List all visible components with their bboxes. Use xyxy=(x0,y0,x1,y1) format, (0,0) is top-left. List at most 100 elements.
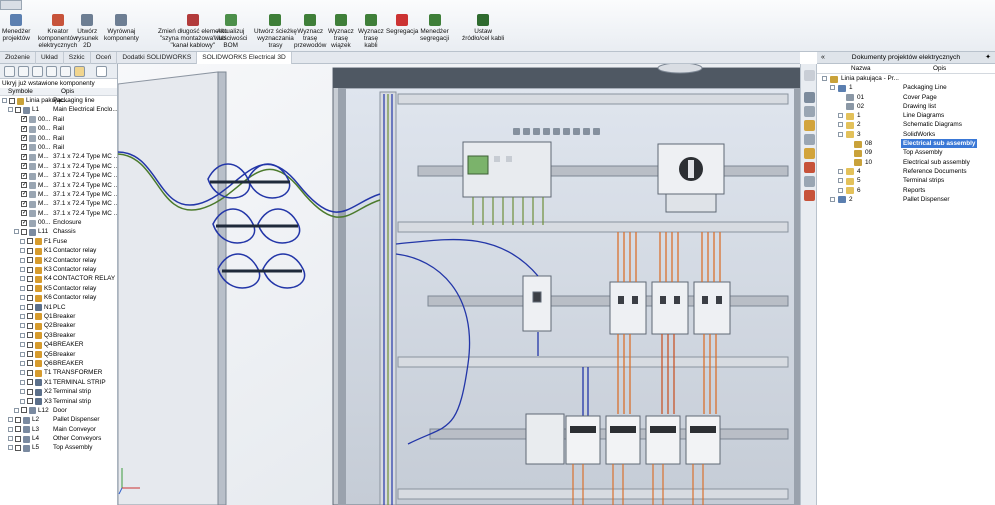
expand-icon[interactable] xyxy=(20,379,25,385)
document-row[interactable]: 6 Reports xyxy=(817,186,995,195)
document-row[interactable]: 10 Electrical sub assembly xyxy=(817,158,995,167)
tab-szkic[interactable]: Szkic xyxy=(64,52,91,64)
expand-icon[interactable] xyxy=(20,295,25,301)
expand-icon[interactable] xyxy=(20,276,25,282)
expand-icon[interactable] xyxy=(20,342,25,348)
document-row[interactable]: 3 SolidWorks xyxy=(817,130,995,139)
hide-show-icon[interactable] xyxy=(573,128,580,135)
electrical-documents-icon[interactable] xyxy=(804,190,815,201)
visibility-checkbox[interactable]: ✓ xyxy=(21,200,27,207)
document-row[interactable]: 1 Packaging Line xyxy=(817,83,995,92)
expand-icon[interactable] xyxy=(830,196,835,202)
tree-row[interactable]: Q1 Breaker xyxy=(0,312,117,321)
visibility-checkbox[interactable] xyxy=(15,426,21,433)
tab-oce-[interactable]: Oceń xyxy=(91,52,118,64)
document-row[interactable]: 2 Schematic Diagrams xyxy=(817,120,995,129)
3d-viewport[interactable] xyxy=(118,64,800,505)
expand-icon[interactable] xyxy=(838,122,843,128)
route-cables-button[interactable]: Wyznacz trasę kabli xyxy=(358,14,384,49)
drawing-2d-button[interactable]: Utwórz rysunek 2D xyxy=(76,14,98,49)
custom-properties-icon[interactable] xyxy=(804,176,815,187)
visibility-checkbox[interactable] xyxy=(27,304,33,311)
tree-row[interactable]: L2 Pallet Dispenser xyxy=(0,415,117,424)
document-row[interactable]: 2 Pallet Dispenser xyxy=(817,195,995,204)
tree-row[interactable]: L12 Door xyxy=(0,406,117,415)
list-icon[interactable] xyxy=(18,66,29,77)
tree-row[interactable]: ✓ 00... Rail xyxy=(0,134,117,143)
tree-row[interactable]: X1 TERMINAL STRIP xyxy=(0,378,117,387)
expand-icon[interactable] xyxy=(20,323,25,329)
document-row[interactable]: 09 Top Assembly xyxy=(817,148,995,157)
tree-icon[interactable] xyxy=(32,66,43,77)
visibility-checkbox[interactable] xyxy=(27,322,33,329)
set-cable-source-button[interactable]: Ustaw źródło/cel kabli xyxy=(462,14,504,42)
expand-icon[interactable] xyxy=(20,257,25,263)
visibility-checkbox[interactable]: ✓ xyxy=(21,210,27,217)
visibility-checkbox[interactable] xyxy=(27,285,33,292)
tree-row[interactable]: K2 Contactor relay xyxy=(0,256,117,265)
collapse-icon[interactable] xyxy=(14,229,19,235)
expand-icon[interactable] xyxy=(20,238,25,244)
tree-row[interactable]: K5 Contactor relay xyxy=(0,284,117,293)
visibility-checkbox[interactable] xyxy=(27,398,33,404)
visibility-checkbox[interactable]: ✓ xyxy=(21,116,27,123)
tree-row[interactable]: X2 Terminal strip xyxy=(0,387,117,396)
visibility-checkbox[interactable]: ✓ xyxy=(21,144,27,151)
design-library-icon[interactable] xyxy=(804,120,815,131)
visibility-checkbox[interactable] xyxy=(27,369,33,376)
expand-icon[interactable] xyxy=(20,389,25,395)
tab-z-o-enie[interactable]: Złożenie xyxy=(0,52,36,64)
collapse-icon[interactable] xyxy=(2,98,7,103)
project-manager-button[interactable]: Menedżer projektów xyxy=(2,14,30,42)
tree-row[interactable]: K3 Contactor relay xyxy=(0,265,117,274)
expand-icon[interactable] xyxy=(14,407,19,413)
document-row[interactable]: 5 Terminal strips xyxy=(817,176,995,185)
expand-icon[interactable] xyxy=(8,436,13,442)
tree-row[interactable]: ✓ 00... Rail xyxy=(0,124,117,133)
tree-row[interactable]: ✓ M... 37.1 x 72.4 Type MC ... xyxy=(0,171,117,180)
display-style-icon[interactable] xyxy=(563,128,570,135)
zoom-area-icon[interactable] xyxy=(523,128,530,135)
document-row[interactable]: 1 Line Diagrams xyxy=(817,111,995,120)
tree-row[interactable]: X3 Terminal strip xyxy=(0,397,117,406)
tree-row[interactable]: L5 Top Assembly xyxy=(0,443,117,452)
tree-row[interactable]: Q2 Breaker xyxy=(0,321,117,330)
expand-icon[interactable] xyxy=(8,445,13,451)
collapse-icon[interactable] xyxy=(822,76,827,81)
quick-access-button[interactable] xyxy=(0,0,22,10)
visibility-checkbox[interactable] xyxy=(27,332,33,339)
update-bom-button[interactable]: Aktualizuj właściwości BOM xyxy=(214,14,247,49)
visibility-checkbox[interactable] xyxy=(27,238,33,245)
document-row[interactable]: 08 Electrical sub assembly xyxy=(817,139,995,149)
expand-icon[interactable] xyxy=(838,178,843,184)
tab-uk-ad[interactable]: Układ xyxy=(36,52,64,64)
visibility-checkbox[interactable] xyxy=(15,416,21,423)
tree-row[interactable]: ✓ 00... Enclosure xyxy=(0,218,117,227)
collapse-icon[interactable] xyxy=(8,107,13,113)
file-explorer-icon[interactable] xyxy=(804,134,815,145)
visibility-checkbox[interactable]: ✓ xyxy=(21,153,27,160)
tree-row[interactable]: N1 PLC xyxy=(0,303,117,312)
appearances-icon[interactable] xyxy=(804,162,815,173)
visibility-checkbox[interactable] xyxy=(27,388,33,395)
expand-icon[interactable] xyxy=(8,417,13,423)
zoom-fit-icon[interactable] xyxy=(513,128,520,135)
electrical-component-icon[interactable] xyxy=(74,66,85,77)
tree-row[interactable]: ✓ M... 37.1 x 72.4 Type MC ... xyxy=(0,190,117,199)
tree-row[interactable]: T1 TRANSFORMER xyxy=(0,368,117,377)
visibility-checkbox[interactable] xyxy=(27,351,33,358)
visibility-checkbox[interactable]: ✓ xyxy=(21,135,27,142)
expand-icon[interactable] xyxy=(838,113,843,119)
tree-row[interactable]: Q3 Breaker xyxy=(0,331,117,340)
expand-icon[interactable] xyxy=(20,267,25,273)
tab-solidworks-electrical-3d[interactable]: SOLIDWORKS Electrical 3D xyxy=(197,52,292,64)
segregation-button[interactable]: Segregacja xyxy=(386,14,418,35)
tree-row[interactable]: ✓ 00... Rail xyxy=(0,143,117,152)
visibility-checkbox[interactable] xyxy=(15,444,21,451)
expand-pane-icon[interactable] xyxy=(804,70,815,81)
visibility-checkbox[interactable] xyxy=(27,313,33,320)
expand-icon[interactable] xyxy=(838,168,843,174)
view-orientation-icon[interactable] xyxy=(553,128,560,135)
tree-row[interactable]: K6 Contactor relay xyxy=(0,293,117,302)
visibility-checkbox[interactable] xyxy=(27,257,33,264)
